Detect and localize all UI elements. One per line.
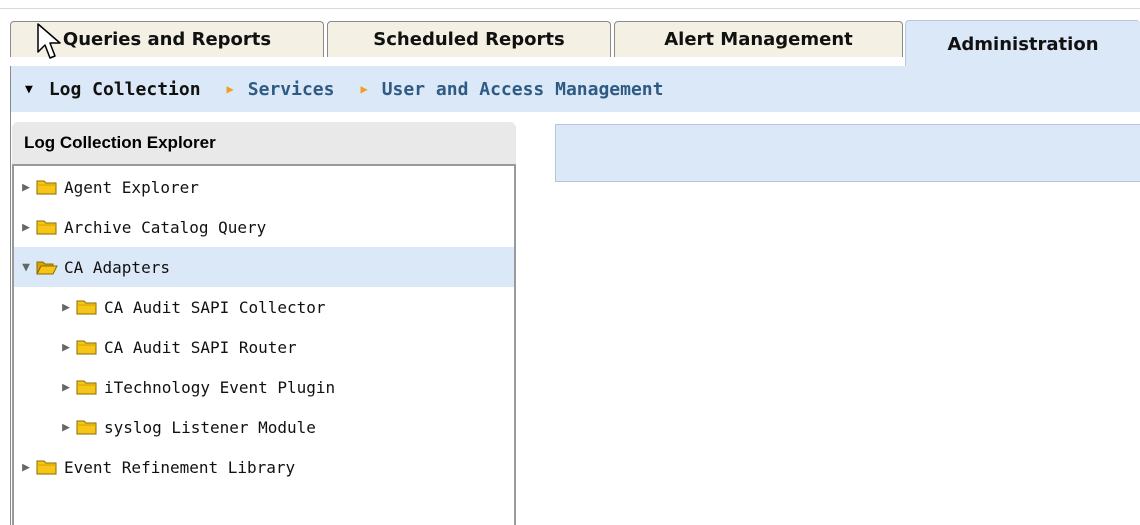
chevron-down-icon[interactable]: ▼ [25,82,33,97]
tree-item-label: iTechnology Event Plugin [104,377,336,397]
triangle-right-icon[interactable]: ▶ [18,220,34,235]
folder-icon [76,299,98,315]
tree-item-label: Event Refinement Library [64,457,296,477]
sub-navigation-bar: ▼ Log Collection ▶ Services ▶ User and A… [10,66,1140,112]
triangle-right-icon[interactable]: ▶ [18,180,34,195]
folder-icon [36,219,58,235]
tree-item[interactable]: ▼ CA Adapters [14,247,514,287]
triangle-right-icon[interactable]: ▶ [18,460,34,475]
tab-scheduled-reports[interactable]: Scheduled Reports [327,21,611,57]
tree-item[interactable]: ▶ Event Refinement Library [14,447,514,487]
log-collection-explorer-panel: Log Collection Explorer ▶ Agent Explorer ▶… [12,122,516,525]
tree-item-label: Archive Catalog Query [64,217,267,237]
tree-item[interactable]: ▶ CA Audit SAPI Router [14,327,514,367]
tree-item[interactable]: ▶ iTechnology Event Plugin [14,367,514,407]
tree-item[interactable]: ▶ syslog Listener Module [14,407,514,447]
folder-icon [36,179,58,195]
left-border [10,112,11,525]
tree-item-label: CA Adapters [64,257,170,277]
details-header-panel [555,124,1140,182]
tree-item[interactable]: ▶ Archive Catalog Query [14,207,514,247]
tree-item-label: CA Audit SAPI Router [104,337,297,357]
subnav-item-log-collection[interactable]: Log Collection [49,79,201,100]
subnav-item-services[interactable]: Services [248,79,335,100]
folder-icon [76,379,98,395]
triangle-right-icon[interactable]: ▶ [58,300,74,315]
triangle-down-icon[interactable]: ▼ [18,260,34,275]
tab-alert-management[interactable]: Alert Management [614,21,903,57]
tree-item-label: syslog Listener Module [104,417,316,437]
separator-arrow-icon: ▶ [360,82,368,96]
folder-icon [36,459,58,475]
tree-item-label: Agent Explorer [64,177,199,197]
window-top-edge [0,0,1140,9]
tab-administration[interactable]: Administration [905,20,1140,67]
folder-icon [36,259,58,275]
triangle-right-icon[interactable]: ▶ [58,380,74,395]
folder-icon [76,339,98,355]
explorer-tree: ▶ Agent Explorer ▶ Archive Catalog Query ▼ CA… [12,164,516,525]
tree-item[interactable]: ▶ Agent Explorer [14,167,514,207]
folder-icon [76,419,98,435]
triangle-right-icon[interactable]: ▶ [58,340,74,355]
mouse-pointer-icon [37,23,61,59]
separator-arrow-icon: ▶ [226,82,234,96]
panel-title: Log Collection Explorer [12,122,516,164]
main-tab-bar: Queries and Reports Scheduled Reports Al… [0,9,1140,67]
tree-item[interactable]: ▶ CA Audit SAPI Collector [14,287,514,327]
subnav-item-user-and-access-management[interactable]: User and Access Management [382,79,664,100]
tree-item-label: CA Audit SAPI Collector [104,297,326,317]
triangle-right-icon[interactable]: ▶ [58,420,74,435]
